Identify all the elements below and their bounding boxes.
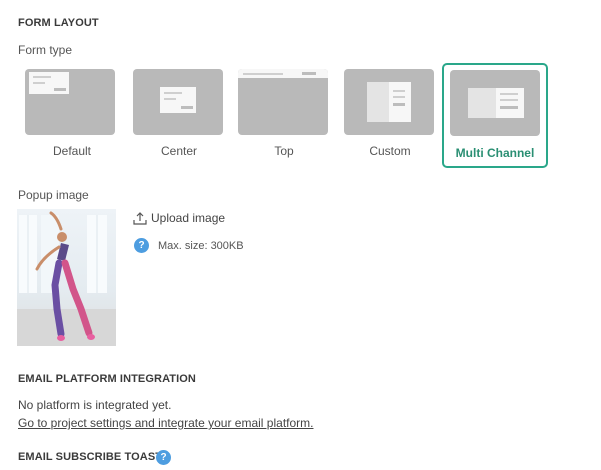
- popup-image-preview: [17, 209, 116, 346]
- form-type-selector: Default Center Top Custom Multi Channel: [20, 63, 580, 170]
- form-type-center[interactable]: Center: [127, 63, 231, 167]
- custom-thumbnail: [344, 69, 434, 135]
- upload-image-label: Upload image: [151, 211, 226, 225]
- top-thumbnail: [238, 69, 328, 135]
- form-type-multi-channel-label: Multi Channel: [455, 146, 535, 160]
- form-type-multi-channel[interactable]: Multi Channel: [442, 63, 548, 168]
- integration-status-text: No platform is integrated yet.: [18, 398, 172, 412]
- email-toast-title: EMAIL SUBSCRIBE TOAST: [18, 451, 163, 463]
- toast-help-icon[interactable]: ?: [156, 450, 171, 465]
- upload-icon: [133, 212, 147, 225]
- form-type-center-label: Center: [160, 144, 198, 158]
- max-size-text: Max. size: 300KB: [158, 239, 244, 252]
- default-thumbnail: [25, 69, 115, 135]
- center-thumbnail: [133, 69, 223, 135]
- form-type-label: Form type: [18, 43, 73, 57]
- popup-image-label: Popup image: [18, 188, 89, 202]
- form-type-custom-label: Custom: [369, 144, 411, 158]
- form-type-default[interactable]: Default: [20, 63, 124, 167]
- help-icon[interactable]: ?: [134, 238, 149, 253]
- popup-image-illustration: [17, 211, 116, 346]
- form-type-custom[interactable]: Custom: [338, 63, 442, 167]
- email-integration-title: EMAIL PLATFORM INTEGRATION: [18, 373, 196, 385]
- form-type-default-label: Default: [52, 144, 92, 158]
- form-type-top[interactable]: Top: [232, 63, 336, 167]
- max-size-info: ? Max. size: 300KB: [134, 238, 244, 253]
- upload-image-button[interactable]: Upload image: [133, 211, 225, 225]
- project-settings-link[interactable]: Go to project settings and integrate you…: [18, 416, 313, 430]
- form-layout-title: FORM LAYOUT: [18, 17, 99, 29]
- multi-channel-thumbnail: [450, 70, 540, 136]
- form-type-top-label: Top: [274, 144, 294, 158]
